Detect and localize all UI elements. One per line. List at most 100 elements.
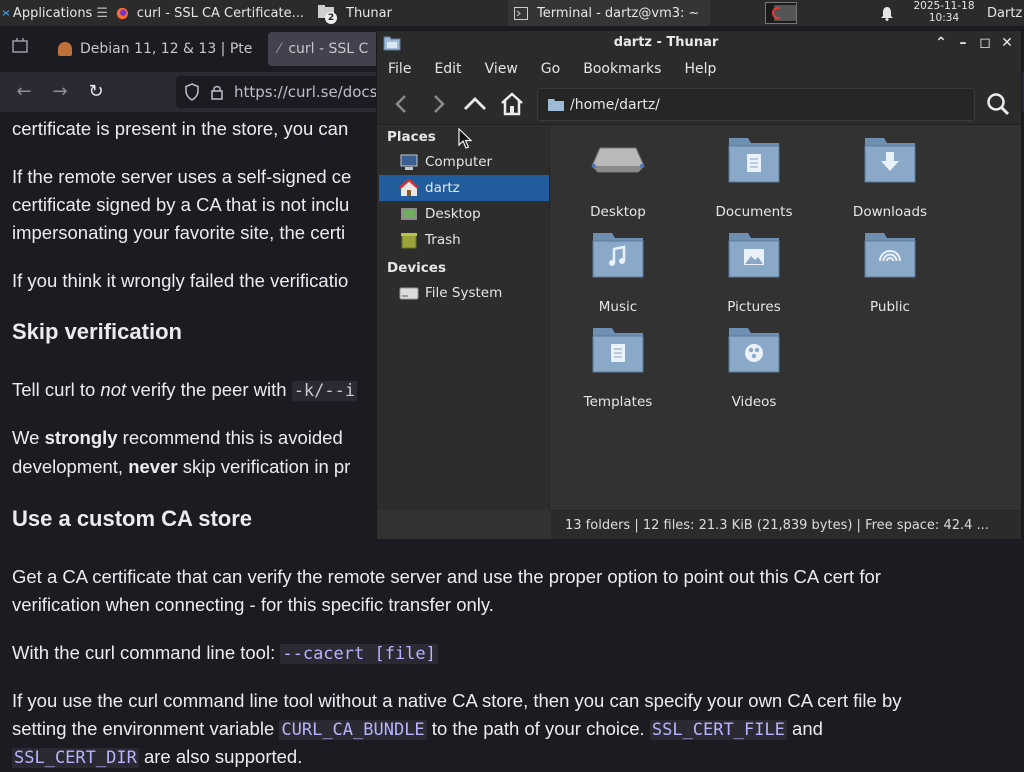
task-thunar[interactable]: 2 Thunar (312, 0, 408, 26)
text-span: recommend this is avoided (117, 427, 343, 448)
forward-icon[interactable] (425, 91, 451, 117)
workspace-switcher[interactable] (764, 0, 798, 26)
url-text: https://curl.se/docs/ (234, 83, 383, 101)
documents-folder-icon (728, 138, 780, 183)
text-span: With the curl command line tool: (12, 642, 281, 663)
inline-code: CURL_CA_BUNDLE (279, 720, 427, 740)
folder-label: Documents (715, 204, 793, 220)
close-button[interactable]: ✕ (997, 33, 1017, 53)
menu-edit[interactable]: Edit (423, 61, 473, 77)
terminal-icon (514, 6, 528, 20)
sidebar-item-desktop[interactable]: Desktop (379, 201, 549, 227)
menubar: File Edit View Go Bookmarks Help (377, 55, 1021, 83)
trash-icon (401, 233, 417, 249)
clock-time: 10:34 (928, 11, 960, 24)
xfce-logo-icon (2, 10, 10, 16)
text-line: setting the environment variable CURL_CA… (12, 715, 1012, 744)
location-bar[interactable]: /home/dartz/ (537, 88, 975, 121)
menu-help[interactable]: Help (673, 61, 728, 77)
side-pane: Places Computer dartz Desktop Trash Devi… (377, 126, 550, 510)
downloads-folder-icon (864, 138, 916, 183)
browser-tab[interactable]: Debian 11, 12 & 13 | Pte ✕ (48, 32, 264, 66)
chevron-up-icon[interactable]: ⌃ (931, 33, 951, 53)
sidebar-label: Desktop (425, 206, 481, 222)
text-span: to the path of your choice. (426, 718, 650, 739)
tab-close-icon[interactable]: ✕ (262, 41, 264, 57)
search-icon[interactable] (985, 91, 1011, 117)
sidebar-item-dartz[interactable]: dartz (379, 175, 549, 201)
inline-code: -k/--i (291, 381, 358, 401)
task-terminal[interactable]: Terminal - dartz@vm3: ~ (508, 0, 710, 26)
public-folder-icon (864, 233, 916, 278)
task-label: Thunar (346, 5, 392, 21)
back-icon[interactable] (389, 91, 415, 117)
folder-item-downloads[interactable]: Downloads (825, 134, 955, 224)
folder-item-templates[interactable]: Templates (553, 324, 683, 414)
music-folder-icon (592, 233, 644, 278)
applications-label: Applications (12, 5, 93, 21)
toolbar: /home/dartz/ (377, 83, 1021, 125)
emphasis: not (100, 379, 127, 400)
clock[interactable]: 2025-11-18 10:34 (906, 0, 982, 24)
back-icon[interactable]: ← (12, 80, 36, 104)
clock-date: 2025-11-18 (913, 0, 975, 12)
debian-favicon-icon (58, 42, 72, 56)
menu-go[interactable]: Go (530, 61, 572, 77)
folder-label: Public (870, 299, 910, 315)
home-folder-icon (399, 179, 419, 196)
inline-code: SSL_CERT_FILE (649, 720, 787, 740)
reload-icon[interactable]: ↻ (84, 80, 108, 104)
folder-label: Downloads (852, 204, 928, 220)
parent-folder-icon[interactable] (462, 91, 488, 117)
text-line: verification when connecting - for this … (12, 594, 494, 615)
forward-icon[interactable]: → (48, 80, 72, 104)
folder-item-pictures[interactable]: Pictures (689, 229, 819, 319)
menu-bookmarks[interactable]: Bookmarks (572, 61, 673, 77)
browser-tab-active[interactable]: ⁄ curl - SSL C (268, 32, 380, 66)
folder-item-public[interactable]: Public (825, 229, 955, 319)
folder-item-videos[interactable]: Videos (689, 324, 819, 414)
folder-label: Videos (731, 394, 777, 410)
drive-icon (399, 287, 419, 300)
window-count-badge: 2 (325, 12, 337, 24)
pictures-folder-icon (728, 233, 780, 278)
task-firefox[interactable]: curl - SSL CA Certificate... (110, 0, 310, 26)
minimize-button[interactable]: – (953, 33, 973, 53)
location-path: /home/dartz/ (570, 96, 660, 113)
maximize-button[interactable]: ◻ (975, 33, 995, 53)
tab-list-icon[interactable] (8, 37, 32, 61)
desktop-folder-icon (591, 147, 645, 173)
user-menu[interactable]: Dartz (987, 0, 1024, 26)
section-heading: Use a custom CA store (12, 506, 253, 531)
thunar-window: dartz - Thunar ⌃ – ◻ ✕ File Edit View Go… (376, 30, 1022, 540)
window-titlebar[interactable]: dartz - Thunar ⌃ – ◻ ✕ (377, 31, 1021, 55)
sidebar-label: Trash (425, 232, 461, 248)
status-bar: 13 folders | 12 files: 21.3 KiB (21,839 … (551, 510, 1021, 539)
inline-code: --cacert [file] (280, 644, 438, 664)
folder-item-documents[interactable]: Documents (689, 134, 819, 224)
text-span: and (786, 718, 823, 739)
sidebar-item-file-system[interactable]: File System (379, 280, 549, 306)
lock-icon (211, 85, 223, 100)
folder-label: Music (598, 299, 638, 315)
folder-icon (548, 99, 564, 111)
task-label: Terminal - dartz@vm3: ~ (537, 5, 700, 21)
icon-view: Desktop Documents Downloads Music Pictur… (551, 126, 1021, 510)
menu-file[interactable]: File (377, 61, 423, 77)
computer-icon (400, 154, 418, 170)
folder-label: Desktop (590, 204, 646, 220)
menu-view[interactable]: View (474, 61, 530, 77)
home-icon[interactable] (499, 91, 525, 117)
text-span: We (12, 427, 45, 448)
folder-label: Pictures (727, 299, 781, 315)
section-heading: Skip verification (12, 319, 182, 344)
firefox-icon (116, 7, 128, 19)
notification-bell-icon[interactable] (880, 0, 898, 26)
applications-menu[interactable]: Applications ☰ (2, 0, 108, 26)
folder-item-desktop[interactable]: Desktop (553, 134, 683, 224)
sidebar-item-computer[interactable]: Computer (379, 149, 549, 175)
folder-item-music[interactable]: Music (553, 229, 683, 319)
text-span: setting the environment variable (12, 718, 280, 739)
sidebar-item-trash[interactable]: Trash (379, 227, 549, 253)
tab-label: curl - SSL C (288, 41, 369, 57)
